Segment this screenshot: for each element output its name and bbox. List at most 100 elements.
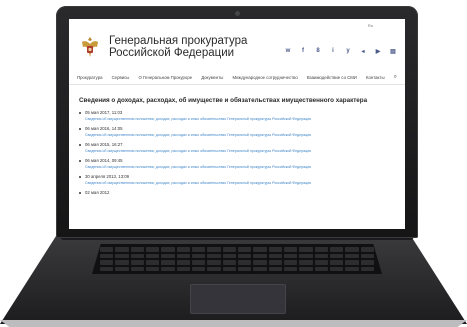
site-title: Генеральная прокуратура Российской Федер…	[109, 35, 247, 59]
entry-link[interactable]: Сведения об имущественном положении, дох…	[85, 117, 397, 121]
laptop-edge	[0, 320, 467, 327]
keyboard-key	[268, 266, 282, 271]
keyboard-key	[176, 266, 190, 271]
keyboard-key	[222, 266, 236, 271]
entry-date: 06 мая 2016, 14:05	[79, 126, 397, 131]
keyboard-key	[191, 260, 206, 265]
top-utility-bar: Ru	[368, 23, 397, 28]
keyboard-key	[268, 253, 282, 258]
keyboard-key	[191, 266, 206, 271]
entry-link[interactable]: Сведения об имущественном положении, дох…	[85, 181, 397, 185]
screen: Ru Генеральная прокуратура Российской Фе…	[69, 19, 405, 229]
search-icon[interactable]: ⌕	[394, 74, 397, 81]
keyboard-key	[329, 253, 344, 258]
telegram-icon[interactable]: ◂	[359, 47, 367, 55]
list-item: 06 мая 2014, 09:45 Сведения об имуществе…	[79, 158, 397, 169]
keyboard-key	[360, 266, 374, 271]
site-title-line2: Российской Федерации	[109, 47, 235, 60]
keyboard-key	[222, 253, 236, 258]
entry-link[interactable]: Сведения об имущественном положении, дох…	[85, 149, 397, 153]
odnoklassniki-icon[interactable]: 8	[314, 47, 322, 55]
keyboard-key	[207, 266, 221, 271]
instagram-icon[interactable]: i	[329, 47, 337, 55]
language-switch[interactable]: Ru	[368, 23, 373, 28]
nav-item-services[interactable]: Cервисы	[112, 75, 130, 80]
entry-date: 30 апреля 2013, 13:09	[79, 174, 397, 179]
main-content: Сведения о доходах, расходах, об имущест…	[79, 97, 397, 200]
keyboard-key	[130, 266, 144, 271]
keyboard-key	[100, 247, 114, 252]
entry-link[interactable]: Сведения об имущественном положении, дох…	[85, 133, 397, 137]
keyboard-key	[145, 247, 160, 252]
entry-date: 02 мая 2012	[79, 190, 397, 195]
laptop-lid: Ru Генеральная прокуратура Российской Фе…	[56, 6, 418, 238]
webcam-icon	[234, 11, 240, 16]
entry-date: 05 мая 2017, 11:03	[79, 110, 397, 115]
keyboard-key	[130, 260, 144, 265]
keyboard-key	[207, 260, 221, 265]
nav-item-media[interactable]: Взаимодействие со СМИ	[307, 75, 357, 80]
keyboard-key	[115, 266, 129, 271]
keyboard	[92, 244, 382, 274]
keyboard-key	[130, 247, 144, 252]
keyboard-key	[176, 247, 190, 252]
rss-icon[interactable]: ▤	[389, 47, 397, 55]
list-item: 06 мая 2016, 14:05 Сведения об имуществе…	[79, 126, 397, 137]
keyboard-key	[191, 247, 206, 252]
keyboard-key	[145, 260, 160, 265]
keyboard-key	[314, 253, 328, 258]
keyboard-key	[314, 247, 328, 252]
vk-icon[interactable]: w	[284, 47, 292, 55]
social-links: w f 8 i y ◂ ▶ ▤	[284, 47, 397, 55]
list-item: 06 мая 2015, 16:27 Сведения об имуществе…	[79, 142, 397, 153]
entry-date: 06 мая 2015, 16:27	[79, 142, 397, 147]
nav-item-prokuratura[interactable]: Прокуратура	[77, 75, 102, 80]
keyboard-key	[115, 260, 129, 265]
page-title: Сведения о доходах, расходах, об имущест…	[79, 97, 368, 104]
keyboard-key	[299, 260, 313, 265]
nav-item-contacts[interactable]: Контакты	[366, 75, 385, 80]
keyboard-key	[345, 247, 359, 252]
nav-item-international[interactable]: Международное сотрудничество	[232, 75, 297, 80]
keyboard-key	[100, 260, 114, 265]
keyboard-key	[145, 266, 160, 271]
list-item: 02 мая 2012	[79, 190, 397, 195]
touchpad	[190, 284, 286, 314]
keyboard-key	[314, 266, 328, 271]
keyboard-key	[283, 253, 298, 258]
keyboard-key	[360, 247, 374, 252]
keyboard-key	[191, 253, 206, 258]
nav-item-prosecutor-general[interactable]: О Генеральном Прокуроре	[138, 75, 192, 80]
facebook-icon[interactable]: f	[299, 47, 307, 55]
keyboard-key	[115, 253, 129, 258]
keyboard-key	[299, 266, 313, 271]
keyboard-key	[207, 247, 221, 252]
keyboard-key	[329, 266, 344, 271]
twitter-icon[interactable]: y	[344, 47, 352, 55]
keyboard-key	[345, 266, 359, 271]
keyboard-key	[268, 247, 282, 252]
keyboard-key	[329, 247, 344, 252]
keyboard-key	[237, 253, 252, 258]
keyboard-key	[283, 247, 298, 252]
keyboard-key	[345, 260, 359, 265]
nav-item-documents[interactable]: Документы	[201, 75, 223, 80]
keyboard-key	[100, 266, 114, 271]
keyboard-key	[222, 260, 236, 265]
keyboard-key	[237, 260, 252, 265]
keyboard-key	[268, 260, 282, 265]
keyboard-key	[253, 247, 267, 252]
keyboard-key	[237, 247, 252, 252]
keyboard-key	[207, 253, 221, 258]
keyboard-key	[314, 260, 328, 265]
keyboard-key	[145, 253, 160, 258]
list-item: 30 апреля 2013, 13:09 Сведения об имущес…	[79, 174, 397, 185]
keyboard-key	[176, 253, 190, 258]
eagle-emblem-icon	[82, 37, 98, 58]
keyboard-key	[130, 253, 144, 258]
keyboard-key	[161, 260, 175, 265]
youtube-icon[interactable]: ▶	[374, 47, 382, 55]
site-brand[interactable]: Генеральная прокуратура Российской Федер…	[79, 35, 247, 59]
entry-link[interactable]: Сведения об имущественном положении, дох…	[85, 165, 397, 169]
keyboard-key	[283, 266, 298, 271]
